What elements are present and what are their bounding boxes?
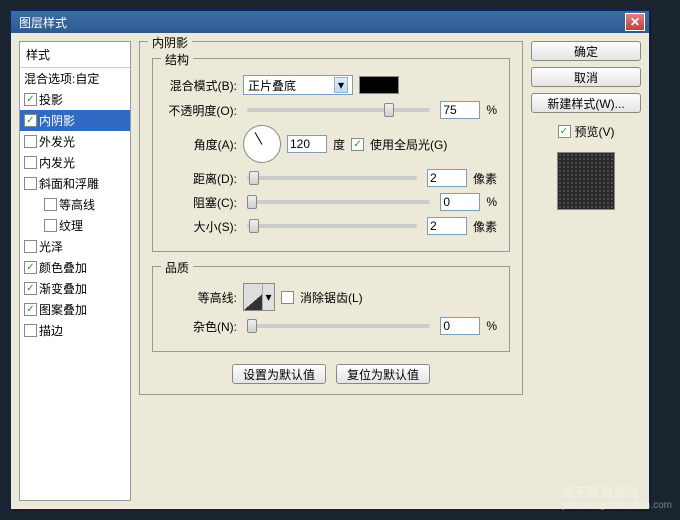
size-label: 大小(S): <box>165 218 237 235</box>
close-icon: ✕ <box>626 15 644 29</box>
style-item-label: 渐变叠加 <box>39 280 87 297</box>
opacity-unit: % <box>486 103 497 117</box>
style-checkbox[interactable] <box>44 219 57 232</box>
style-item-label: 纹理 <box>59 217 83 234</box>
ok-button[interactable]: 确定 <box>531 41 641 61</box>
style-checkbox[interactable] <box>24 177 37 190</box>
choke-label: 阻塞(C): <box>165 194 237 211</box>
antialias-checkbox[interactable] <box>281 291 294 304</box>
titlebar[interactable]: 图层样式 ✕ <box>11 11 649 33</box>
style-item[interactable]: 等高线 <box>20 194 130 215</box>
reset-default-button[interactable]: 复位为默认值 <box>336 364 430 384</box>
style-checkbox[interactable]: ✓ <box>24 93 37 106</box>
style-checkbox[interactable]: ✓ <box>24 114 37 127</box>
blending-options[interactable]: 混合选项:自定 <box>20 68 130 89</box>
noise-slider[interactable] <box>247 324 430 328</box>
chevron-down-icon: ▾ <box>334 77 348 93</box>
cancel-button[interactable]: 取消 <box>531 67 641 87</box>
style-item-label: 内阴影 <box>39 112 75 129</box>
style-item[interactable]: 纹理 <box>20 215 130 236</box>
blend-mode-label: 混合模式(B): <box>165 77 237 94</box>
distance-unit: 像素 <box>473 170 497 187</box>
make-default-button[interactable]: 设置为默认值 <box>232 364 326 384</box>
opacity-label: 不透明度(O): <box>165 102 237 119</box>
style-checkbox[interactable]: ✓ <box>24 261 37 274</box>
style-item-label: 颜色叠加 <box>39 259 87 276</box>
style-item[interactable]: ✓图案叠加 <box>20 299 130 320</box>
global-light-checkbox[interactable]: ✓ <box>351 138 364 151</box>
style-checkbox[interactable] <box>24 324 37 337</box>
antialias-label: 消除锯齿(L) <box>300 289 363 306</box>
blend-mode-select[interactable]: 正片叠底 ▾ <box>243 75 353 95</box>
layer-style-dialog: 图层样式 ✕ 样式 混合选项:自定 ✓投影✓内阴影外发光内发光斜面和浮雕等高线纹… <box>10 10 650 510</box>
watermark: 查字典 教程网 jiaocheng.chazidian.com <box>554 479 680 515</box>
size-slider[interactable] <box>247 224 417 228</box>
style-checkbox[interactable] <box>24 135 37 148</box>
size-unit: 像素 <box>473 218 497 235</box>
style-checkbox[interactable] <box>24 156 37 169</box>
noise-unit: % <box>486 319 497 333</box>
style-item-label: 斜面和浮雕 <box>39 175 99 192</box>
style-item[interactable]: 内发光 <box>20 152 130 173</box>
style-item-label: 内发光 <box>39 154 75 171</box>
quality-legend: 品质 <box>161 259 193 276</box>
global-light-label: 使用全局光(G) <box>370 136 447 153</box>
angle-unit: 度 <box>333 136 345 153</box>
opacity-slider[interactable] <box>247 108 430 112</box>
preview-thumbnail <box>557 152 615 210</box>
style-item-label: 外发光 <box>39 133 75 150</box>
inner-shadow-panel: 内阴影 结构 混合模式(B): 正片叠底 ▾ 不透明度(O): <box>139 41 523 395</box>
panel-title: 内阴影 <box>148 34 192 51</box>
preview-label: 预览(V) <box>575 123 615 140</box>
style-checkbox[interactable]: ✓ <box>24 303 37 316</box>
quality-group: 品质 等高线: ▾ 消除锯齿(L) 杂色(N): 0 % <box>152 266 510 352</box>
close-button[interactable]: ✕ <box>625 13 645 31</box>
style-checkbox[interactable] <box>44 198 57 211</box>
style-item[interactable]: 描边 <box>20 320 130 341</box>
styles-header: 样式 <box>20 42 130 68</box>
style-checkbox[interactable] <box>24 240 37 253</box>
opacity-input[interactable]: 75 <box>440 101 480 119</box>
distance-input[interactable]: 2 <box>427 169 467 187</box>
distance-slider[interactable] <box>247 176 417 180</box>
styles-list: 样式 混合选项:自定 ✓投影✓内阴影外发光内发光斜面和浮雕等高线纹理光泽✓颜色叠… <box>19 41 131 501</box>
style-item[interactable]: 斜面和浮雕 <box>20 173 130 194</box>
style-item-label: 等高线 <box>59 196 95 213</box>
angle-dial[interactable] <box>243 125 281 163</box>
size-input[interactable]: 2 <box>427 217 467 235</box>
preview-checkbox[interactable]: ✓ <box>558 125 571 138</box>
angle-input[interactable]: 120 <box>287 135 327 153</box>
style-item-label: 光泽 <box>39 238 63 255</box>
contour-picker[interactable]: ▾ <box>243 283 275 311</box>
style-item[interactable]: ✓渐变叠加 <box>20 278 130 299</box>
choke-unit: % <box>486 195 497 209</box>
style-item[interactable]: 外发光 <box>20 131 130 152</box>
style-item[interactable]: ✓内阴影 <box>20 110 130 131</box>
style-item-label: 图案叠加 <box>39 301 87 318</box>
distance-label: 距离(D): <box>165 170 237 187</box>
new-style-button[interactable]: 新建样式(W)... <box>531 93 641 113</box>
structure-group: 结构 混合模式(B): 正片叠底 ▾ 不透明度(O): 75 % <box>152 58 510 252</box>
shadow-color-swatch[interactable] <box>359 76 399 94</box>
window-title: 图层样式 <box>15 14 625 31</box>
choke-slider[interactable] <box>247 200 430 204</box>
noise-label: 杂色(N): <box>165 318 237 335</box>
chevron-down-icon: ▾ <box>262 284 274 310</box>
style-item[interactable]: 光泽 <box>20 236 130 257</box>
style-item-label: 描边 <box>39 322 63 339</box>
noise-input[interactable]: 0 <box>440 317 480 335</box>
structure-legend: 结构 <box>161 51 193 68</box>
style-checkbox[interactable]: ✓ <box>24 282 37 295</box>
style-item[interactable]: ✓颜色叠加 <box>20 257 130 278</box>
style-item[interactable]: ✓投影 <box>20 89 130 110</box>
choke-input[interactable]: 0 <box>440 193 480 211</box>
angle-label: 角度(A): <box>165 136 237 153</box>
contour-label: 等高线: <box>165 289 237 306</box>
style-item-label: 投影 <box>39 91 63 108</box>
